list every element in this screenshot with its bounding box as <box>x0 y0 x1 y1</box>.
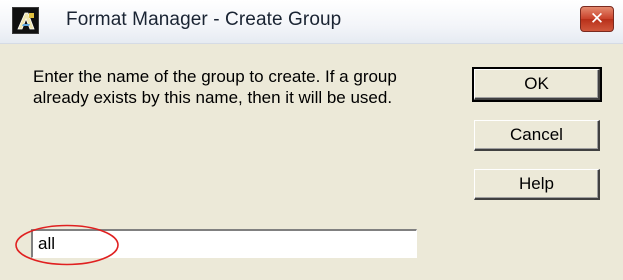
instruction-text: Enter the name of the group to create. I… <box>33 67 397 107</box>
group-name-input[interactable] <box>31 229 417 258</box>
help-button[interactable]: Help <box>474 169 600 200</box>
close-icon: ✕ <box>589 8 605 29</box>
cancel-button[interactable]: Cancel <box>474 120 600 151</box>
app-icon <box>12 7 39 34</box>
ok-button[interactable]: OK <box>472 67 602 102</box>
title-bar[interactable]: Format Manager - Create Group ✕ <box>0 0 623 44</box>
close-button[interactable]: ✕ <box>580 6 614 32</box>
create-group-dialog: Format Manager - Create Group ✕ Enter th… <box>0 0 623 280</box>
window-title: Format Manager - Create Group <box>66 9 342 30</box>
